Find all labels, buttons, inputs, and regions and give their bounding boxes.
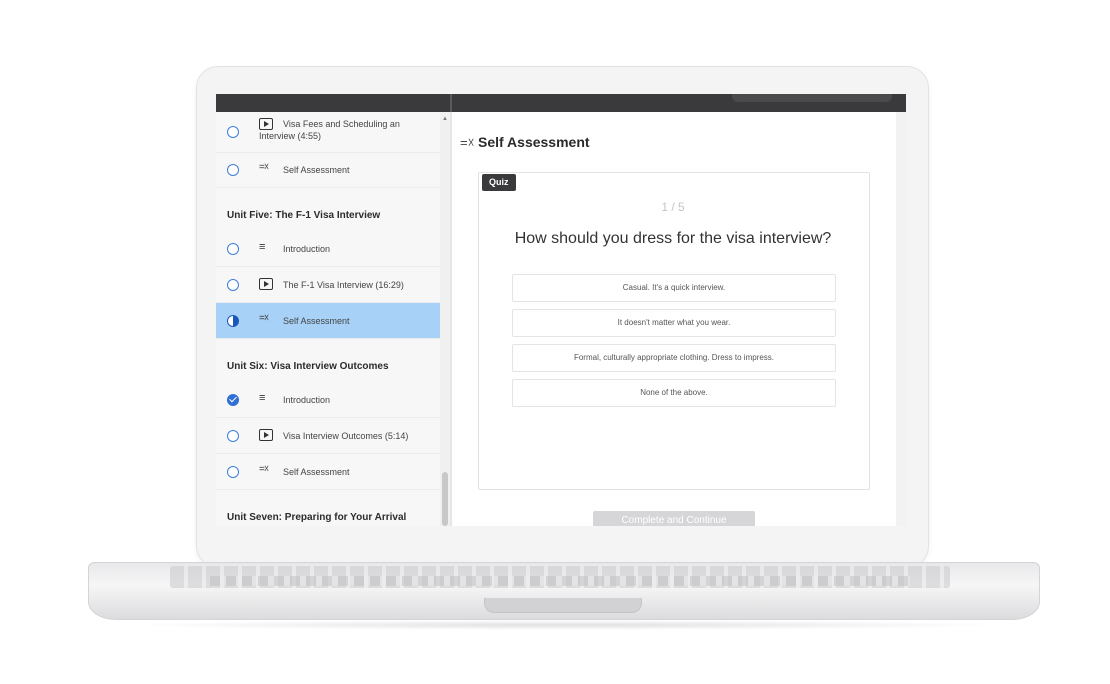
topbar-divider bbox=[450, 94, 452, 112]
laptop-screen: Visa Fees and Scheduling an Interview (4… bbox=[216, 94, 906, 526]
quiz-icon: =☓ bbox=[259, 464, 269, 475]
lesson-label: Introduction bbox=[283, 395, 331, 405]
lesson-label: Visa Interview Outcomes (5:14) bbox=[283, 431, 409, 441]
answer-option[interactable]: Formal, culturally appropriate clothing.… bbox=[512, 344, 836, 372]
lesson-label: Introduction bbox=[283, 244, 331, 254]
status-radio bbox=[227, 466, 239, 478]
quiz-icon: =☓ bbox=[259, 162, 269, 173]
text-lines-icon: ≡ bbox=[259, 241, 266, 253]
quiz-icon: =☓ bbox=[460, 135, 475, 150]
lesson-label: The F-1 Visa Interview (16:29) bbox=[283, 280, 404, 290]
status-radio bbox=[227, 279, 239, 291]
lesson-label: Visa Fees and Scheduling an Interview (4… bbox=[259, 119, 400, 141]
page-title: Self Assessment bbox=[478, 134, 590, 150]
status-radio-in-progress bbox=[227, 315, 239, 327]
unit-six-heading: Unit Six: Visa Interview Outcomes bbox=[227, 361, 389, 372]
lesson-row[interactable]: Visa Fees and Scheduling an Interview (4… bbox=[216, 112, 440, 153]
play-icon bbox=[259, 278, 273, 290]
status-radio bbox=[227, 430, 239, 442]
lesson-row[interactable]: =☓ Self Assessment bbox=[216, 152, 440, 188]
lesson-row-active[interactable]: =☓ Self Assessment bbox=[216, 303, 440, 339]
lesson-row[interactable]: The F-1 Visa Interview (16:29) bbox=[216, 267, 440, 303]
status-radio-complete bbox=[227, 394, 239, 406]
sidebar-scrollbar[interactable] bbox=[440, 112, 450, 526]
quiz-badge: Quiz bbox=[482, 174, 516, 191]
play-icon bbox=[259, 429, 273, 441]
sidebar-scroll-thumb[interactable] bbox=[442, 472, 448, 526]
lesson-label: Self Assessment bbox=[283, 467, 350, 477]
lesson-label: Self Assessment bbox=[283, 316, 350, 326]
unit-five-heading: Unit Five: The F-1 Visa Interview bbox=[227, 210, 381, 221]
quiz-question: How should you dress for the visa interv… bbox=[514, 230, 832, 247]
status-radio bbox=[227, 164, 239, 176]
lesson-row[interactable]: =☓ Self Assessment bbox=[216, 454, 440, 490]
course-sidebar: Visa Fees and Scheduling an Interview (4… bbox=[216, 112, 450, 526]
laptop-notch bbox=[484, 598, 642, 613]
laptop-keyboard-row bbox=[210, 576, 910, 586]
topbar-pill bbox=[732, 94, 892, 102]
quiz-icon: =☓ bbox=[259, 313, 269, 324]
lesson-label: Self Assessment bbox=[283, 165, 350, 175]
content-scrollbar[interactable] bbox=[896, 112, 906, 526]
lesson-row[interactable]: ≡ Introduction bbox=[216, 382, 440, 418]
course-topbar bbox=[216, 94, 906, 112]
lesson-row[interactable]: Visa Interview Outcomes (5:14) bbox=[216, 418, 440, 454]
answer-option[interactable]: None of the above. bbox=[512, 379, 836, 407]
status-radio bbox=[227, 243, 239, 255]
question-counter: 1 / 5 bbox=[661, 200, 685, 214]
answer-option[interactable]: It doesn't matter what you wear. bbox=[512, 309, 836, 337]
answer-option[interactable]: Casual. It's a quick interview. bbox=[512, 274, 836, 302]
scroll-up-arrow-icon[interactable]: ▲ bbox=[442, 116, 448, 122]
unit-seven-heading: Unit Seven: Preparing for Your Arrival bbox=[227, 512, 407, 523]
text-lines-icon: ≡ bbox=[259, 392, 266, 404]
complete-and-continue-button[interactable]: Complete and Continue bbox=[593, 511, 755, 526]
lesson-row[interactable]: ≡ Introduction bbox=[216, 231, 440, 267]
laptop-shadow bbox=[120, 620, 1010, 630]
status-radio bbox=[227, 126, 239, 138]
